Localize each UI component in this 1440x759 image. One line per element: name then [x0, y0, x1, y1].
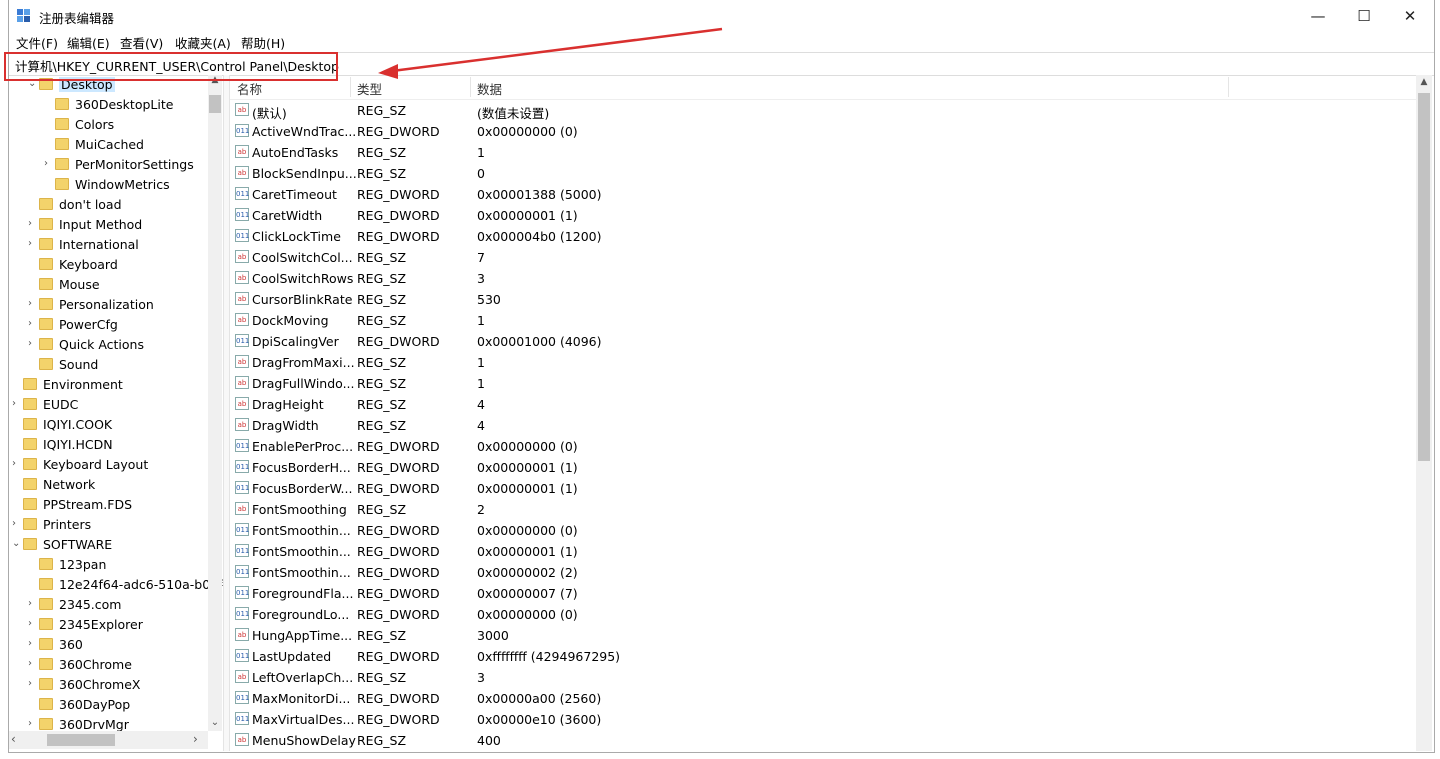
annotation-arrow — [378, 27, 723, 79]
